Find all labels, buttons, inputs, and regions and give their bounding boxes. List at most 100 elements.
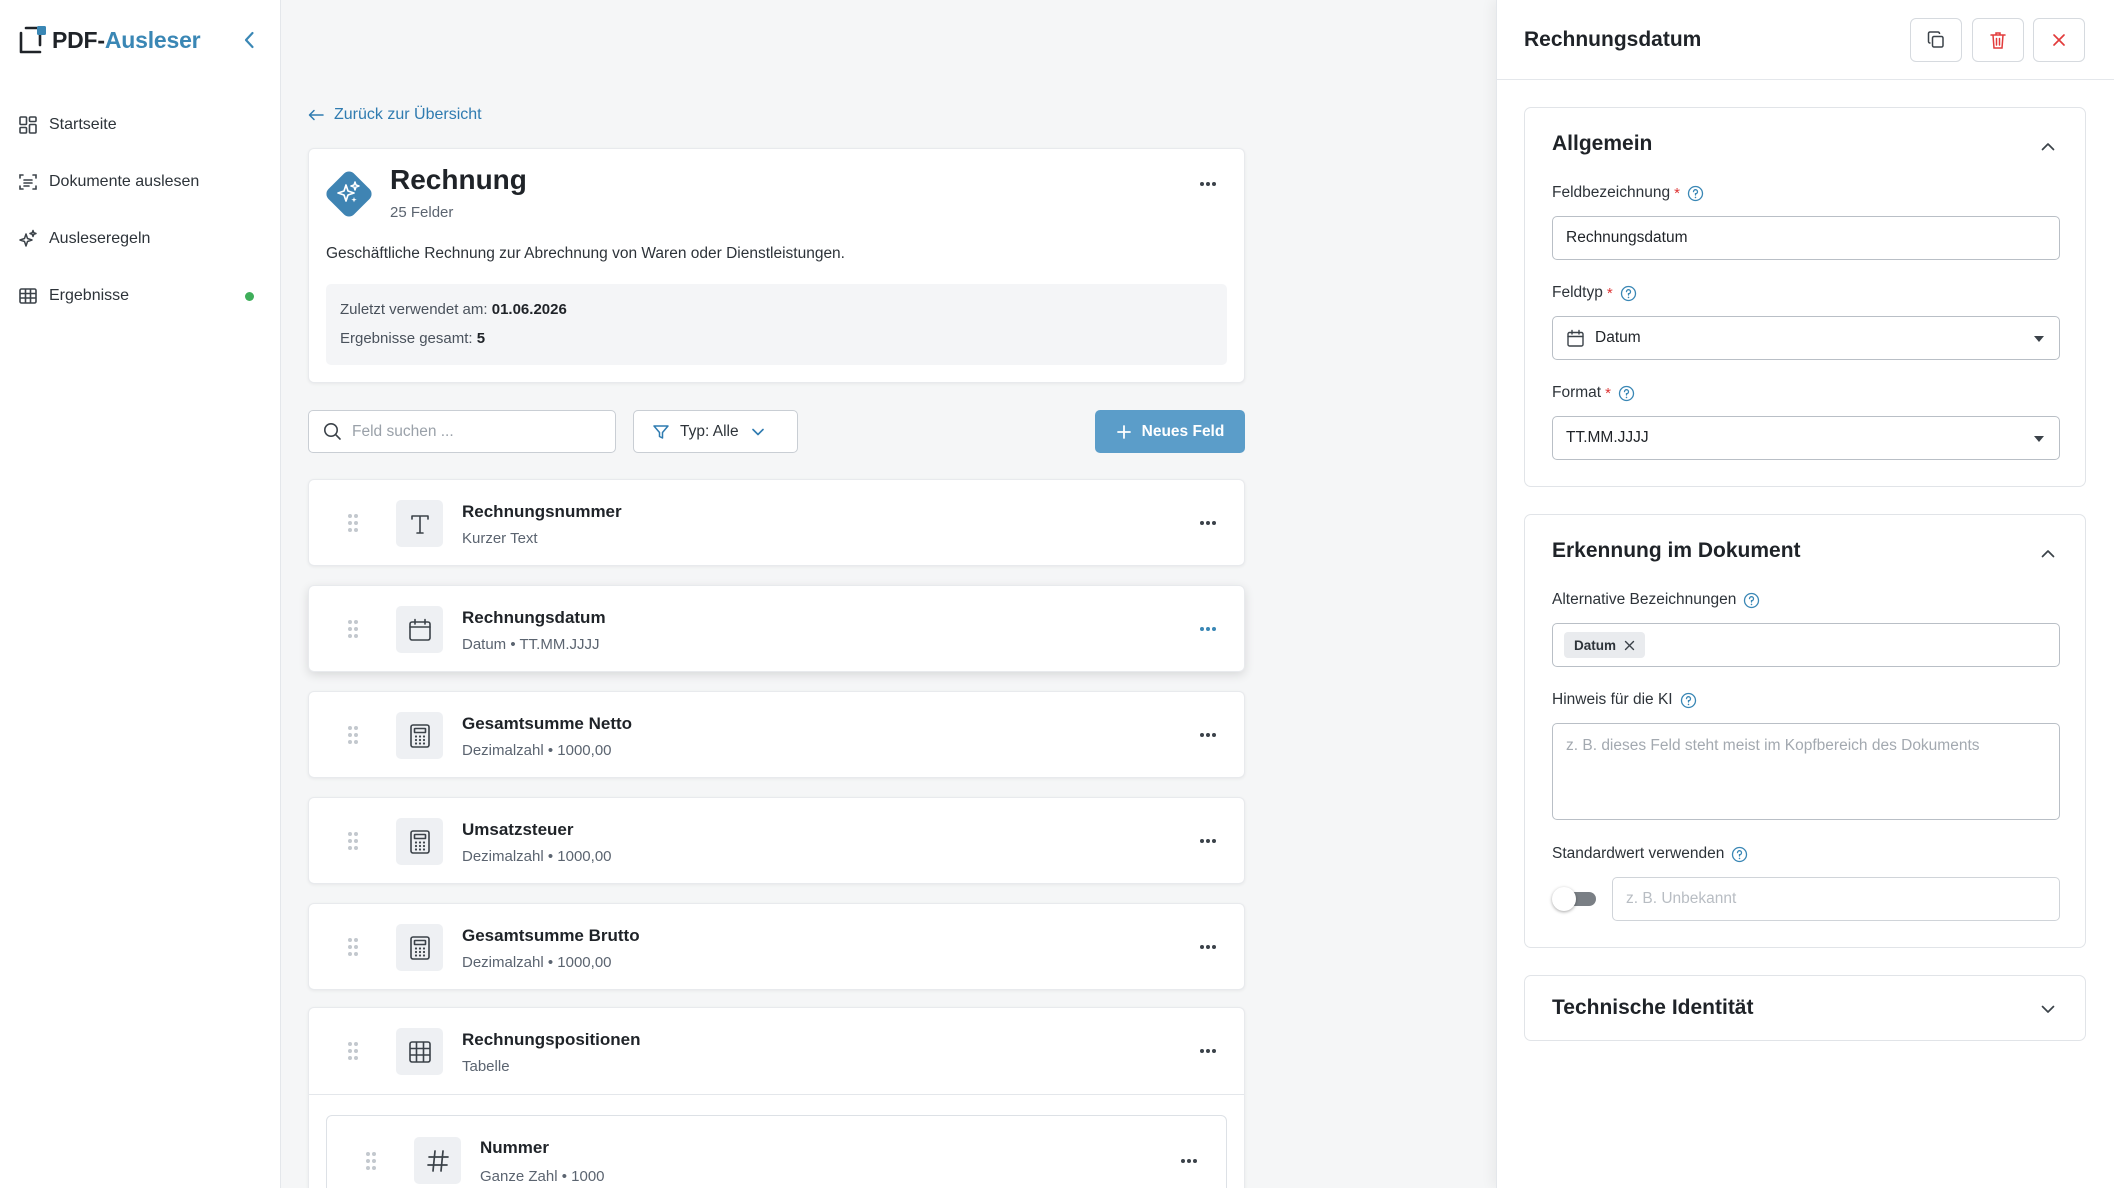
- chevron-down-icon: [2041, 1005, 2055, 1013]
- field-more-button[interactable]: [1194, 1041, 1222, 1061]
- general-section: Allgemein Feldbezeichnung * Rechnungsdatu…: [1524, 107, 2086, 487]
- drag-handle-icon[interactable]: [365, 1151, 377, 1171]
- table-icon: [18, 286, 38, 306]
- more-horizontal-icon: [1200, 182, 1216, 186]
- technical-identity-section[interactable]: Technische Identität: [1524, 975, 2086, 1041]
- alt-names-label: Alternative Bezeichnungen: [1552, 591, 1760, 609]
- drag-handle-icon[interactable]: [347, 513, 359, 533]
- status-dot: [245, 292, 254, 301]
- drag-handle-icon[interactable]: [347, 831, 359, 851]
- more-horizontal-icon: [1200, 627, 1216, 631]
- trash-icon: [1990, 32, 2006, 49]
- sidebar-item-label: Ergebnisse: [49, 286, 130, 304]
- field-more-button[interactable]: [1194, 937, 1222, 957]
- hash-icon: [414, 1137, 461, 1184]
- field-name: Rechnungsnummer: [462, 502, 622, 521]
- sidebar-item-label: Dokumente auslesen: [49, 172, 200, 190]
- document-type-card: Rechnung 25 Felder Geschäftliche Rechnun…: [308, 148, 1245, 383]
- format-select[interactable]: TT.MM.JJJJ: [1552, 416, 2060, 460]
- default-value-toggle[interactable]: [1552, 887, 1596, 911]
- section-title: Allgemein: [1552, 132, 1653, 155]
- collapse-section-button[interactable]: [2039, 545, 2057, 563]
- field-name: Gesamtsumme Brutto: [462, 926, 640, 945]
- filter-icon: [653, 424, 669, 439]
- field-type-select[interactable]: Datum: [1552, 316, 2060, 360]
- search-icon: [324, 423, 341, 440]
- alt-names-input[interactable]: Datum: [1552, 623, 2060, 667]
- sidebar-item-dokumente-auslesen[interactable]: Dokumente auslesen: [0, 153, 281, 210]
- caret-down-icon: [2034, 336, 2044, 342]
- more-horizontal-icon: [1200, 945, 1216, 949]
- close-panel-button[interactable]: [2033, 18, 2085, 62]
- app-name: PDF-Ausleser: [52, 26, 201, 53]
- field-name: Rechnungspositionen: [462, 1030, 641, 1049]
- type-filter-dropdown[interactable]: Typ: Alle: [633, 410, 798, 453]
- help-icon: [1744, 592, 1760, 608]
- field-item[interactable]: Umsatzsteuer Dezimalzahl • 1000,00: [308, 797, 1245, 884]
- back-to-overview-link[interactable]: Zurück zur Übersicht: [308, 106, 482, 124]
- sidebar-item-ausleseregeln[interactable]: Ausleseregeln: [0, 210, 281, 267]
- field-meta: Dezimalzahl • 1000,00: [462, 848, 612, 865]
- calculator-icon: [396, 712, 443, 759]
- field-item[interactable]: Gesamtsumme Brutto Dezimalzahl • 1000,00: [308, 903, 1245, 990]
- logo-icon: [18, 25, 48, 55]
- sub-field-item[interactable]: Nummer Ganze Zahl • 1000: [326, 1115, 1227, 1188]
- more-horizontal-icon: [1200, 1049, 1216, 1053]
- recognition-section: Erkennung im Dokument Alternative Bezeic…: [1524, 514, 2086, 948]
- expand-section-button[interactable]: [2039, 1000, 2057, 1018]
- field-more-button[interactable]: [1194, 831, 1222, 851]
- search-input[interactable]: [352, 422, 592, 441]
- field-item-active[interactable]: Rechnungsdatum Datum • TT.MM.JJJJ: [308, 585, 1245, 672]
- ai-hint-label: Hinweis für die KI: [1552, 691, 1697, 709]
- field-search[interactable]: [308, 410, 616, 453]
- sidebar-item-startseite[interactable]: Startseite: [0, 96, 281, 153]
- ai-hint-placeholder: z. B. dieses Feld steht meist im Kopfber…: [1566, 737, 1980, 754]
- drag-handle-icon[interactable]: [347, 725, 359, 745]
- format-label: Format *: [1552, 384, 1635, 402]
- field-more-button[interactable]: [1194, 619, 1222, 639]
- drag-handle-icon[interactable]: [347, 1041, 359, 1061]
- field-type-label: Feldtyp *: [1552, 284, 1637, 302]
- remove-chip-icon[interactable]: [1624, 640, 1635, 651]
- default-value-label: Standardwert verwenden: [1552, 845, 1748, 863]
- sidebar-item-label: Ausleseregeln: [49, 229, 151, 247]
- field-label-input[interactable]: Rechnungsdatum: [1552, 216, 2060, 260]
- field-item[interactable]: Gesamtsumme Netto Dezimalzahl • 1000,00: [308, 691, 1245, 778]
- field-meta: Dezimalzahl • 1000,00: [462, 954, 612, 971]
- field-more-button[interactable]: [1194, 513, 1222, 533]
- section-title: Technische Identität: [1552, 996, 1754, 1019]
- more-horizontal-icon: [1200, 733, 1216, 737]
- field-meta: Kurzer Text: [462, 530, 538, 547]
- field-name: Umsatzsteuer: [462, 820, 574, 839]
- field-more-button[interactable]: [1175, 1151, 1203, 1171]
- duplicate-button[interactable]: [1910, 18, 1962, 62]
- sparkles-icon: [18, 229, 38, 249]
- copy-icon: [1927, 31, 1944, 48]
- ai-hint-textarea[interactable]: z. B. dieses Feld steht meist im Kopfber…: [1552, 723, 2060, 820]
- new-field-button[interactable]: Neues Feld: [1095, 410, 1245, 453]
- calendar-icon: [396, 606, 443, 653]
- delete-button[interactable]: [1972, 18, 2024, 62]
- field-item[interactable]: Rechnungsnummer Kurzer Text: [308, 479, 1245, 566]
- new-field-label: Neues Feld: [1141, 422, 1225, 440]
- field-item[interactable]: Rechnungspositionen Tabelle: [309, 1008, 1244, 1095]
- field-more-button[interactable]: [1194, 725, 1222, 745]
- help-icon: [1687, 185, 1704, 201]
- panel-header: Rechnungsdatum: [1497, 0, 2114, 80]
- default-value-placeholder: z. B. Unbekannt: [1626, 890, 1737, 907]
- arrow-left-icon: [308, 109, 324, 121]
- caret-down-icon: [2034, 436, 2044, 442]
- drag-handle-icon[interactable]: [347, 619, 359, 639]
- field-name: Nummer: [480, 1138, 549, 1157]
- help-icon: [1732, 846, 1748, 862]
- default-value-input[interactable]: z. B. Unbekannt: [1612, 877, 2060, 921]
- collapse-section-button[interactable]: [2039, 138, 2057, 156]
- field-count: 25 Felder: [390, 204, 454, 221]
- field-meta: Datum • TT.MM.JJJJ: [462, 636, 600, 653]
- more-options-button[interactable]: [1194, 174, 1222, 194]
- field-type-value: Datum: [1595, 329, 1641, 346]
- collapse-sidebar-button[interactable]: [238, 28, 262, 52]
- app-logo[interactable]: PDF-Ausleser: [18, 24, 201, 56]
- sidebar-item-ergebnisse[interactable]: Ergebnisse: [0, 267, 281, 324]
- drag-handle-icon[interactable]: [347, 937, 359, 957]
